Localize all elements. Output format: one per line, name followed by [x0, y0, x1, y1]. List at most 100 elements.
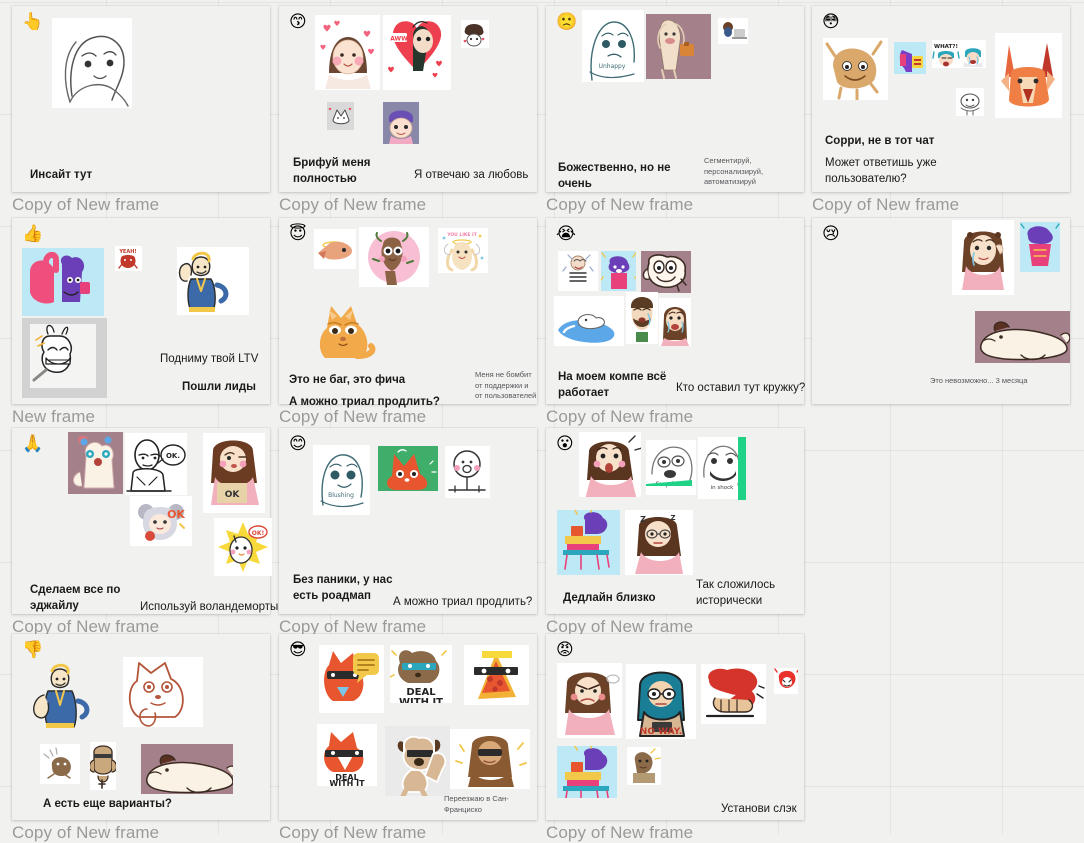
bunny-girl-paper-note[interactable] — [22, 318, 107, 398]
sketch-girl-portrait[interactable] — [52, 18, 132, 108]
fox-sunglasses-message[interactable] — [319, 645, 384, 713]
stick-figure-happy[interactable] — [445, 446, 490, 498]
dog-lying-sad[interactable] — [975, 311, 1070, 363]
board-frame[interactable]: 👎 Copy of New frame — [12, 634, 270, 842]
blue-hair-no-way[interactable]: NO WAY. — [626, 664, 696, 739]
person-at-laptop[interactable] — [718, 18, 748, 44]
sticky-note-text[interactable]: Так сложилось исторически — [696, 578, 786, 609]
pug-dabbing[interactable] — [385, 726, 450, 796]
blushing-sketch-girl[interactable]: Blushing — [313, 445, 370, 515]
one-punch-man-ok[interactable]: OK. — [125, 433, 187, 495]
pizza-deal-with-it[interactable] — [464, 645, 529, 705]
girl-sunglasses-sparkle[interactable] — [450, 729, 530, 789]
tired-woman-handbag[interactable] — [646, 14, 711, 79]
surprised-sketch-face[interactable]: Surprised — [646, 440, 696, 495]
mouse-hoodie-ok[interactable]: OK — [130, 496, 192, 546]
sticky-note-text[interactable]: Без паники, у нас есть роадмап — [293, 573, 403, 604]
sticky-note-text[interactable]: Может ответишь уже пользователю? — [825, 156, 955, 187]
sticky-note-text[interactable]: Переезжаю в Сан-Франциско — [444, 794, 512, 815]
sticky-note-text[interactable]: Это невозможно... 3 месяца — [930, 376, 1050, 387]
board-frame[interactable]: 👍 YEAH! New frame — [12, 218, 270, 426]
shocked-woman-face[interactable] — [579, 432, 641, 497]
crying-dog-comic[interactable] — [641, 251, 691, 293]
frame-title[interactable]: Copy of New frame — [546, 195, 693, 215]
frame-title[interactable]: Copy of New frame — [546, 407, 693, 427]
brown-character-small[interactable] — [627, 747, 661, 785]
fox-deal-with-it[interactable]: DEAL WITH IT — [317, 724, 377, 786]
sticky-note-text[interactable]: Установи слэк — [721, 802, 831, 818]
sketch-small-thumbs-down[interactable] — [40, 744, 80, 784]
girl-wiping-tear[interactable] — [952, 220, 1014, 295]
cat-heart-sketch[interactable] — [327, 102, 354, 130]
sticky-note-text[interactable]: А можно триал продлить? — [393, 595, 538, 611]
dog-thumbs-down-comic[interactable] — [90, 742, 116, 790]
pink-thumbs-up-blob[interactable] — [22, 248, 104, 316]
baby-groot-pink[interactable] — [359, 227, 429, 287]
sticky-note-text[interactable]: Божественно, но не очень — [558, 161, 688, 192]
bearded-man-crying[interactable] — [626, 292, 658, 344]
frame-title[interactable]: Copy of New frame — [12, 195, 159, 215]
sad-orange-cat[interactable] — [313, 294, 376, 362]
frame-title[interactable]: Copy of New frame — [279, 823, 426, 843]
blush-girl-hearts[interactable] — [315, 15, 380, 90]
sticky-note-text[interactable]: Это не баг, это фича — [289, 373, 439, 389]
small-red-creature-yeah[interactable]: YEAH! — [115, 246, 142, 271]
cat-in-puddle-tears[interactable] — [554, 296, 624, 346]
heart-girl-aww[interactable]: AWW — [383, 15, 451, 90]
sticky-note-text[interactable]: Кто оставил тут кружку? — [676, 381, 806, 397]
sticky-note-text[interactable]: Сорри, не в тот чат — [825, 134, 975, 150]
frame-title[interactable]: Copy of New frame — [812, 195, 959, 215]
purple-character-sign[interactable] — [894, 42, 926, 74]
sticky-note-text[interactable]: Дедлайн близко — [563, 591, 683, 607]
sticky-note-text[interactable]: Инсайт тут — [30, 168, 170, 184]
angel-girl-sparkles[interactable]: YOU LIKE IT — [438, 228, 488, 273]
purple-desk-illustration[interactable] — [557, 510, 620, 575]
purple-hair-avatar[interactable] — [383, 102, 419, 144]
sticky-note-text[interactable]: На моем компе всё работает — [558, 370, 668, 401]
sticky-note-text[interactable]: А есть еще варианты? — [43, 797, 203, 813]
sticky-note-text[interactable]: Брифуй меня полностью — [293, 156, 393, 187]
purple-desk-angry[interactable] — [557, 746, 617, 798]
vault-boy-thumbs-down[interactable] — [30, 661, 106, 733]
purple-blob-crying[interactable] — [1020, 222, 1060, 272]
origami-fox-shout[interactable] — [995, 33, 1062, 118]
sticky-note-text[interactable]: Меня не бомбит от поддержки и от пользов… — [475, 370, 537, 402]
curly-hair-love-doodle[interactable] — [461, 20, 489, 48]
purple-hair-screaming[interactable] — [601, 251, 636, 291]
sticky-note-text[interactable]: Используй воландеморты — [140, 600, 290, 616]
green-highlight-bar[interactable] — [738, 437, 746, 500]
red-glove-punch[interactable] — [701, 664, 766, 724]
board-frame[interactable]: 😎 DEAL WITH IT DEAL WITH IT Copy of New frame — [279, 634, 537, 842]
sticky-note-text[interactable]: Я отвечаю за любовь — [414, 168, 544, 184]
red-hair-angry-small[interactable] — [774, 668, 798, 694]
dog-lying-down-wide[interactable] — [141, 744, 233, 794]
angel-fish-halo[interactable] — [314, 229, 356, 269]
girl-ok-sign[interactable]: OK — [203, 433, 265, 513]
crying-sketch-person[interactable] — [558, 251, 598, 291]
sticky-note-text[interactable]: Сделаем все по эджайлу — [30, 583, 140, 614]
sticky-note-text[interactable]: Пошли лиды — [182, 380, 282, 396]
blue-hair-crying[interactable] — [960, 40, 986, 68]
sticky-note-text[interactable]: Подниму твой LTV — [160, 352, 280, 368]
sketch-round-doodle[interactable] — [956, 88, 984, 116]
frame-title[interactable]: Copy of New frame — [279, 195, 426, 215]
woman-crying-face[interactable] — [659, 298, 691, 346]
frame-title[interactable]: Copy of New frame — [546, 823, 693, 843]
board-frame[interactable]: 👆 Copy of New frame — [12, 6, 270, 214]
penguin-ok-sunburst[interactable]: OK! — [214, 518, 272, 576]
flower-crown-dog[interactable] — [68, 432, 123, 494]
what-blue-hair-shout[interactable]: WHAT?! — [932, 40, 960, 68]
bear-deal-with-it[interactable]: DEAL WITH IT — [390, 645, 452, 703]
board-frame[interactable]: 😡 NO WAY. Copy of New frame — [546, 634, 804, 842]
unhappy-sketch-girl[interactable]: Unhappy — [582, 10, 644, 82]
glasses-girl-annoyed[interactable]: ZZ — [625, 510, 693, 575]
orange-monster-creature[interactable] — [823, 38, 888, 100]
happy-orange-cat-green[interactable] — [378, 446, 438, 491]
angry-girl-steam[interactable] — [557, 663, 622, 738]
vault-boy-thumbs-up[interactable] — [177, 247, 249, 315]
orange-cat-thumbs-down[interactable] — [123, 657, 203, 727]
sticky-note-text[interactable]: А можно триал продлить? — [289, 395, 459, 411]
board-canvas[interactable]: 👆 Copy of New frame Инсайт тут 😙 AWW Copy of … — [0, 0, 1084, 842]
sticky-note-text[interactable]: Сегментируй, персонализируй, автоматизир… — [704, 156, 784, 188]
frame-title[interactable]: New frame — [12, 407, 95, 427]
